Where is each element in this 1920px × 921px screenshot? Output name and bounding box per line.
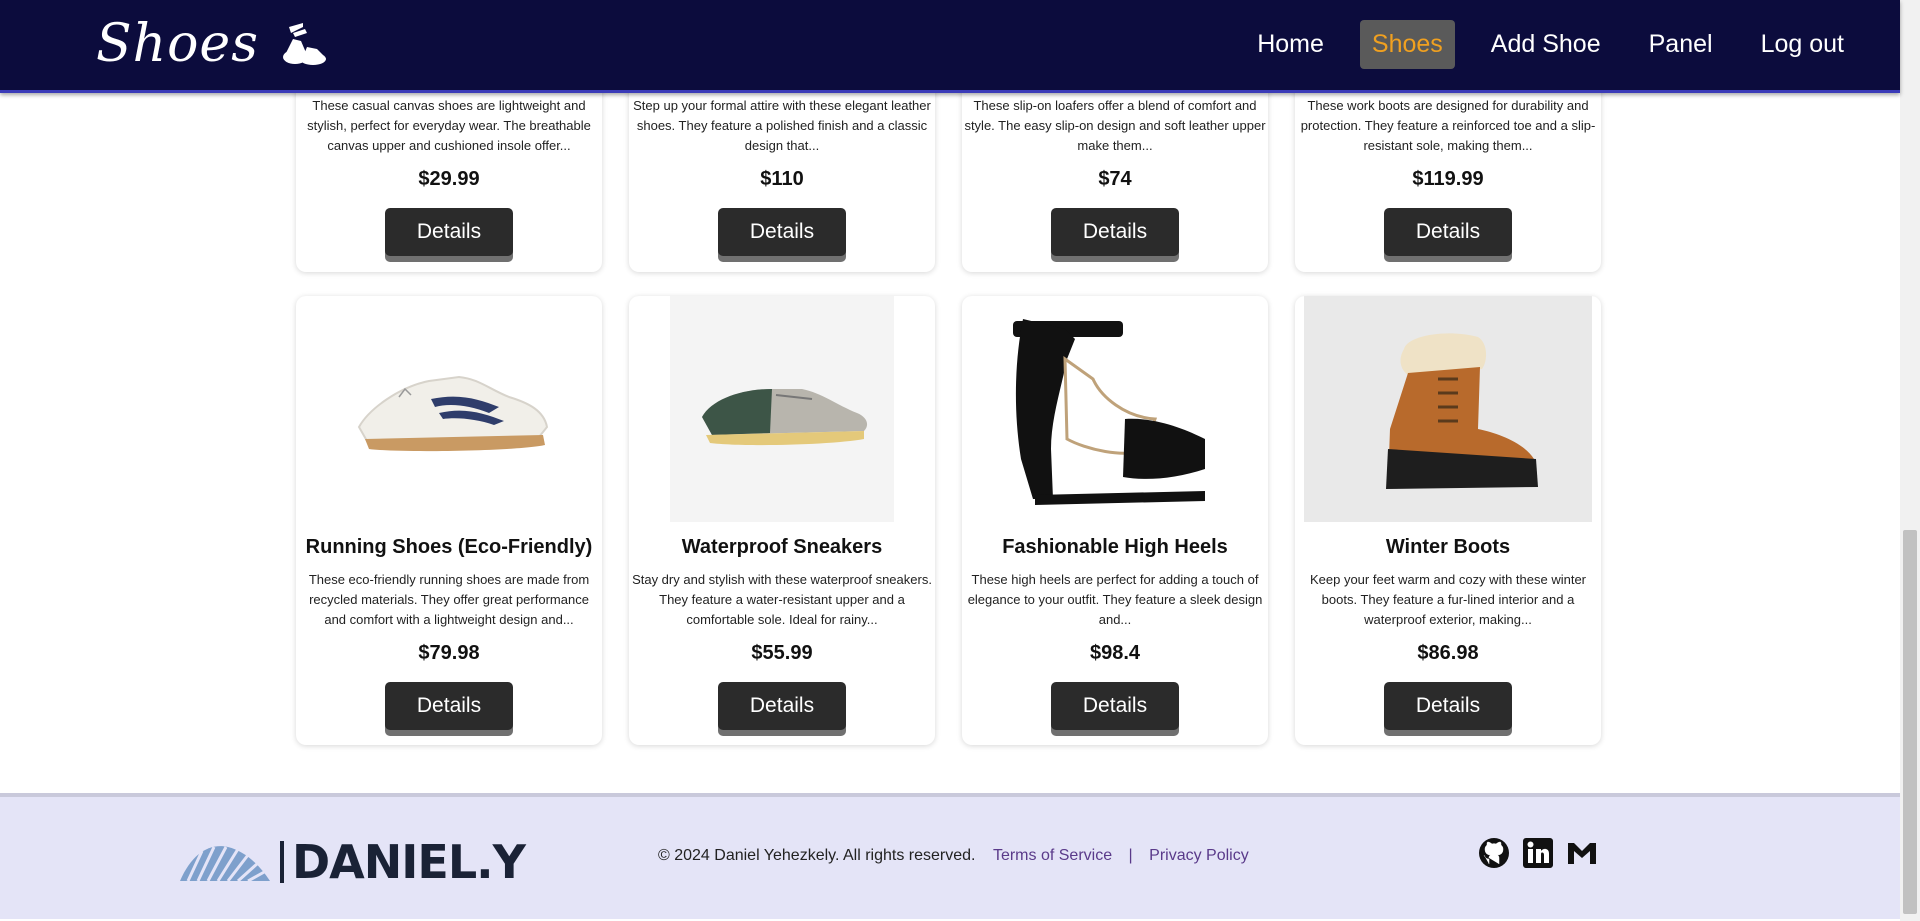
sneaker-backdrop [670, 296, 894, 522]
sneaker-icon [702, 389, 868, 446]
product-description: These high heels are perfect for adding … [967, 572, 1263, 627]
product-description: Keep your feet warm and cozy with these … [1309, 572, 1587, 627]
product-card: Running Shoes (Eco-Friendly) These eco-f… [296, 296, 602, 745]
product-card: Winter Boots Keep your feet warm and coz… [1295, 296, 1601, 745]
gmail-icon[interactable] [1566, 837, 1598, 869]
product-price: $79.98 [418, 642, 480, 664]
logo-text: DANIEL.Y [292, 835, 526, 889]
product-price: $29.99 [418, 168, 480, 190]
product-description: Step up your formal attire with these el… [633, 98, 931, 153]
nav-add-shoe[interactable]: Add Shoe [1479, 20, 1613, 69]
scrollbar-thumb[interactable] [1903, 530, 1917, 914]
terms-link[interactable]: Terms of Service [993, 847, 1112, 864]
link-separator: | [1128, 847, 1133, 864]
running-shoe-icon [357, 375, 549, 452]
product-title: Running Shoes (Eco-Friendly) [305, 536, 593, 558]
copyright-line: © 2024 Daniel Yehezkely. All rights rese… [658, 847, 1249, 865]
linkedin-icon[interactable] [1522, 837, 1554, 869]
high-heel-icon [1013, 319, 1205, 505]
details-button[interactable]: Details [1384, 208, 1512, 256]
running-shoe-image[interactable] [296, 296, 602, 522]
sneaker-image[interactable] [629, 296, 935, 522]
details-button[interactable]: Details [385, 208, 513, 256]
social-links [1478, 837, 1610, 869]
brand-text: Shoes [96, 14, 259, 74]
main-nav: Home Shoes Add Shoe Panel Log out [1221, 20, 1856, 69]
brand-logo[interactable]: Shoes [96, 14, 327, 74]
high-heel-image[interactable] [962, 296, 1268, 522]
product-title: Waterproof Sneakers [681, 536, 883, 558]
details-button[interactable]: Details [718, 208, 846, 256]
nav-home[interactable]: Home [1245, 20, 1336, 69]
github-icon[interactable] [1478, 837, 1510, 869]
product-title: Fashionable High Heels [1002, 536, 1228, 558]
product-price: $98.4 [1089, 642, 1141, 664]
copyright-text: © 2024 Daniel Yehezkely. All rights rese… [658, 847, 976, 864]
details-button[interactable]: Details [718, 682, 846, 730]
product-description: These casual canvas shoes are lightweigh… [307, 98, 591, 153]
details-button[interactable]: Details [1051, 208, 1179, 256]
product-price: $86.98 [1417, 642, 1479, 664]
winter-boot-icon [1386, 333, 1538, 489]
product-card: Fashionable High Heels These high heels … [962, 296, 1268, 745]
product-description: These slip-on loafers offer a blend of c… [964, 98, 1266, 153]
winter-boot-image[interactable] [1295, 296, 1601, 522]
footer: DANIEL.Y © 2024 Daniel Yehezkely. All ri… [0, 793, 1900, 919]
footer-logo[interactable]: DANIEL.Y [178, 835, 526, 889]
privacy-link[interactable]: Privacy Policy [1149, 847, 1249, 864]
navbar: Shoes Home Shoes Add Shoe Panel Log out [0, 0, 1900, 93]
product-price: $110 [760, 168, 804, 190]
product-description: These work boots are designed for durabi… [1300, 98, 1596, 153]
nav-panel[interactable]: Panel [1637, 20, 1725, 69]
details-button[interactable]: Details [1384, 682, 1512, 730]
winter-boot-backdrop [1304, 296, 1592, 522]
page-scrollbar[interactable] [1900, 0, 1920, 921]
product-title: Winter Boots [1385, 536, 1511, 558]
product-price: $119.99 [1412, 168, 1484, 190]
logo-divider [280, 841, 284, 883]
product-description: Stay dry and stylish with these waterpro… [632, 572, 932, 627]
logo-mark-icon [180, 846, 270, 883]
product-price: $74 [1098, 168, 1132, 190]
details-button[interactable]: Details [1051, 682, 1179, 730]
product-card: Waterproof Sneakers Stay dry and stylish… [629, 296, 935, 745]
details-button[interactable]: Details [385, 682, 513, 730]
product-price: $55.99 [751, 642, 813, 664]
nav-shoes[interactable]: Shoes [1359, 20, 1455, 69]
shoes-icon [282, 23, 326, 65]
nav-log-out[interactable]: Log out [1749, 20, 1856, 69]
product-description: These eco-friendly running shoes are mad… [308, 572, 590, 627]
